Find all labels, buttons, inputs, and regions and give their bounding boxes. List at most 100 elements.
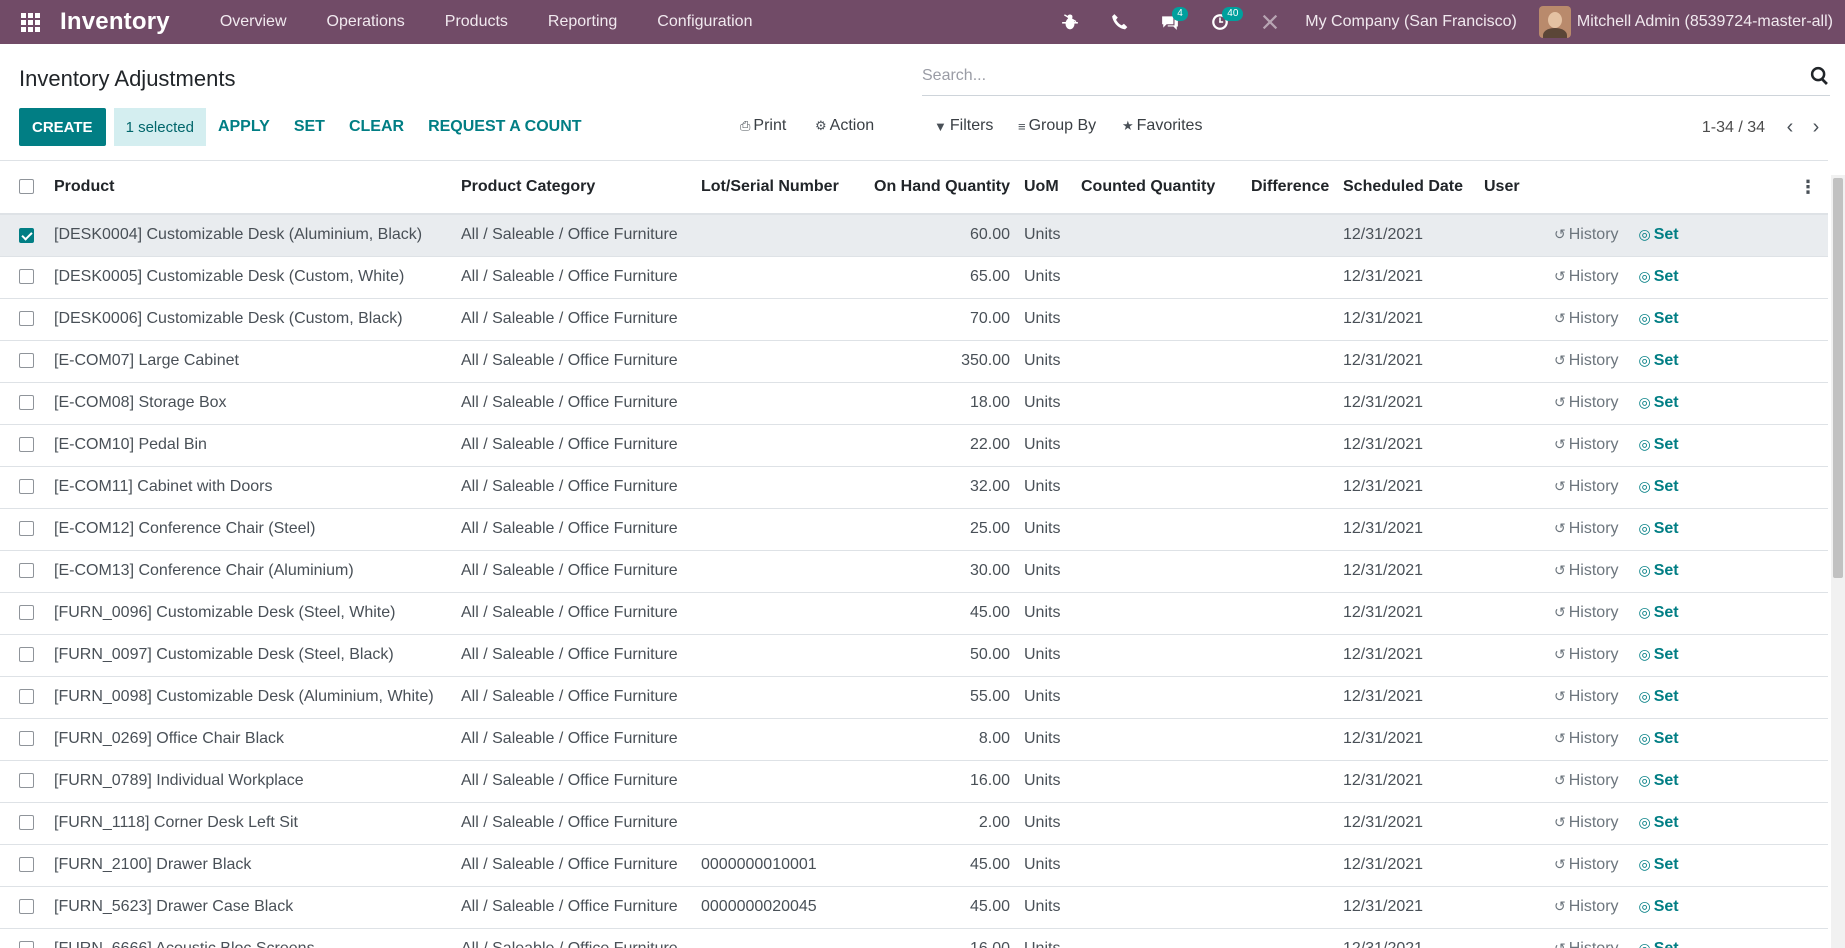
set-button[interactable]: SET: [282, 118, 337, 136]
select-all-checkbox[interactable]: [19, 179, 34, 195]
cell-counted-qty[interactable]: [1077, 592, 1247, 635]
history-button[interactable]: ↺History: [1554, 352, 1619, 369]
table-row[interactable]: [FURN_1118] Corner Desk Left Sit All / Sa…: [0, 802, 1828, 845]
history-button[interactable]: ↺History: [1554, 898, 1619, 915]
favorites-button[interactable]: ★ Favorites: [1122, 117, 1202, 135]
column-difference[interactable]: Difference: [1247, 161, 1339, 215]
cell-counted-qty[interactable]: [1077, 718, 1247, 761]
column-counted-quantity[interactable]: Counted Quantity: [1077, 161, 1247, 215]
column-scheduled-date[interactable]: Scheduled Date: [1339, 161, 1480, 215]
row-checkbox[interactable]: [19, 563, 34, 579]
row-checkbox[interactable]: [19, 773, 34, 789]
history-button[interactable]: ↺History: [1554, 478, 1619, 495]
row-checkbox[interactable]: [19, 815, 34, 831]
history-button[interactable]: ↺History: [1554, 562, 1619, 579]
history-button[interactable]: ↺History: [1554, 268, 1619, 285]
row-checkbox[interactable]: [19, 857, 34, 873]
row-set-button[interactable]: ◎Set: [1639, 226, 1679, 243]
history-button[interactable]: ↺History: [1554, 856, 1619, 873]
user-menu[interactable]: Mitchell Admin (8539724-master-all): [1538, 6, 1845, 38]
row-set-button[interactable]: ◎Set: [1639, 646, 1679, 663]
row-set-button[interactable]: ◎Set: [1639, 268, 1679, 285]
column-product-category[interactable]: Product Category: [457, 161, 697, 215]
apps-menu-icon[interactable]: [0, 0, 60, 44]
company-switcher[interactable]: My Company (San Francisco): [1295, 13, 1539, 31]
row-checkbox[interactable]: [19, 899, 34, 915]
row-checkbox[interactable]: [19, 227, 34, 243]
table-row[interactable]: [E-COM07] Large Cabinet All / Saleable / …: [0, 340, 1828, 383]
request-count-button[interactable]: REQUEST A COUNT: [416, 118, 593, 136]
row-set-button[interactable]: ◎Set: [1639, 394, 1679, 411]
row-checkbox[interactable]: [19, 647, 34, 663]
chevron-left-icon[interactable]: ‹: [1777, 116, 1803, 139]
apply-button[interactable]: APPLY: [206, 118, 282, 136]
cell-counted-qty[interactable]: [1077, 676, 1247, 719]
history-button[interactable]: ↺History: [1554, 310, 1619, 327]
column-lot-serial[interactable]: Lot/Serial Number: [697, 161, 867, 215]
cell-counted-qty[interactable]: [1077, 550, 1247, 593]
column-user[interactable]: User: [1480, 161, 1550, 215]
cell-counted-qty[interactable]: [1077, 340, 1247, 383]
cell-counted-qty[interactable]: [1077, 508, 1247, 551]
menu-operations[interactable]: Operations: [307, 13, 425, 31]
table-row[interactable]: [FURN_0097] Customizable Desk (Steel, Bl…: [0, 634, 1828, 677]
create-button[interactable]: CREATE: [19, 108, 106, 146]
history-button[interactable]: ↺History: [1554, 394, 1619, 411]
activity-clock-icon[interactable]: 40: [1195, 0, 1245, 44]
row-checkbox[interactable]: [19, 941, 34, 948]
table-row[interactable]: [DESK0005] Customizable Desk (Custom, Wh…: [0, 256, 1828, 299]
row-checkbox[interactable]: [19, 479, 34, 495]
menu-reporting[interactable]: Reporting: [528, 13, 637, 31]
history-button[interactable]: ↺History: [1554, 814, 1619, 831]
history-button[interactable]: ↺History: [1554, 730, 1619, 747]
row-checkbox[interactable]: [19, 437, 34, 453]
row-set-button[interactable]: ◎Set: [1639, 688, 1679, 705]
history-button[interactable]: ↺History: [1554, 940, 1619, 948]
row-set-button[interactable]: ◎Set: [1639, 814, 1679, 831]
history-button[interactable]: ↺History: [1554, 688, 1619, 705]
table-row[interactable]: [E-COM08] Storage Box All / Saleable / Of…: [0, 382, 1828, 425]
cell-counted-qty[interactable]: [1077, 760, 1247, 803]
table-row[interactable]: [FURN_6666] Acoustic Bloc ScreensAll / S…: [0, 928, 1828, 948]
tools-icon[interactable]: [1245, 0, 1295, 44]
bug-icon[interactable]: [1045, 0, 1095, 44]
cell-counted-qty[interactable]: [1077, 886, 1247, 929]
table-row[interactable]: [E-COM10] Pedal Bin All / Saleable / Offi…: [0, 424, 1828, 467]
phone-icon[interactable]: [1095, 0, 1145, 44]
group-by-button[interactable]: ≡ Group By: [1018, 117, 1096, 135]
pager-value[interactable]: 1-34 / 34: [1702, 119, 1765, 137]
column-uom[interactable]: UoM: [1020, 161, 1077, 215]
search-input[interactable]: [922, 60, 1772, 92]
history-button[interactable]: ↺History: [1554, 646, 1619, 663]
history-button[interactable]: ↺History: [1554, 772, 1619, 789]
cell-counted-qty[interactable]: [1077, 298, 1247, 341]
row-checkbox[interactable]: [19, 605, 34, 621]
table-row[interactable]: [DESK0006] Customizable Desk (Custom, Bl…: [0, 298, 1828, 341]
history-button[interactable]: ↺History: [1554, 520, 1619, 537]
cell-counted-qty[interactable]: [1077, 844, 1247, 887]
row-set-button[interactable]: ◎Set: [1639, 478, 1679, 495]
table-row[interactable]: [DESK0004] Customizable Desk (Aluminium,…: [0, 214, 1828, 257]
table-row[interactable]: [E-COM11] Cabinet with Doors All / Saleab…: [0, 466, 1828, 509]
app-brand[interactable]: Inventory: [60, 8, 170, 36]
table-row[interactable]: [FURN_5623] Drawer Case Black All / Salea…: [0, 886, 1828, 929]
cell-counted-qty[interactable]: [1077, 466, 1247, 509]
row-set-button[interactable]: ◎Set: [1639, 898, 1679, 915]
row-set-button[interactable]: ◎Set: [1639, 856, 1679, 873]
table-row[interactable]: [FURN_0269] Office Chair Black All / Sale…: [0, 718, 1828, 761]
row-set-button[interactable]: ◎Set: [1639, 352, 1679, 369]
menu-configuration[interactable]: Configuration: [637, 13, 772, 31]
row-checkbox[interactable]: [19, 395, 34, 411]
row-set-button[interactable]: ◎Set: [1639, 520, 1679, 537]
table-row[interactable]: [E-COM12] Conference Chair (Steel) All / …: [0, 508, 1828, 551]
history-button[interactable]: ↺History: [1554, 604, 1619, 621]
clear-button[interactable]: CLEAR: [337, 118, 416, 136]
cell-counted-qty[interactable]: [1077, 424, 1247, 467]
table-row[interactable]: [FURN_0789] Individual Workplace All / Sa…: [0, 760, 1828, 803]
column-on-hand-quantity[interactable]: On Hand Quantity: [867, 161, 1020, 215]
cell-counted-qty[interactable]: [1077, 634, 1247, 677]
row-set-button[interactable]: ◎Set: [1639, 730, 1679, 747]
row-set-button[interactable]: ◎Set: [1639, 310, 1679, 327]
row-set-button[interactable]: ◎Set: [1639, 772, 1679, 789]
history-button[interactable]: ↺History: [1554, 436, 1619, 453]
